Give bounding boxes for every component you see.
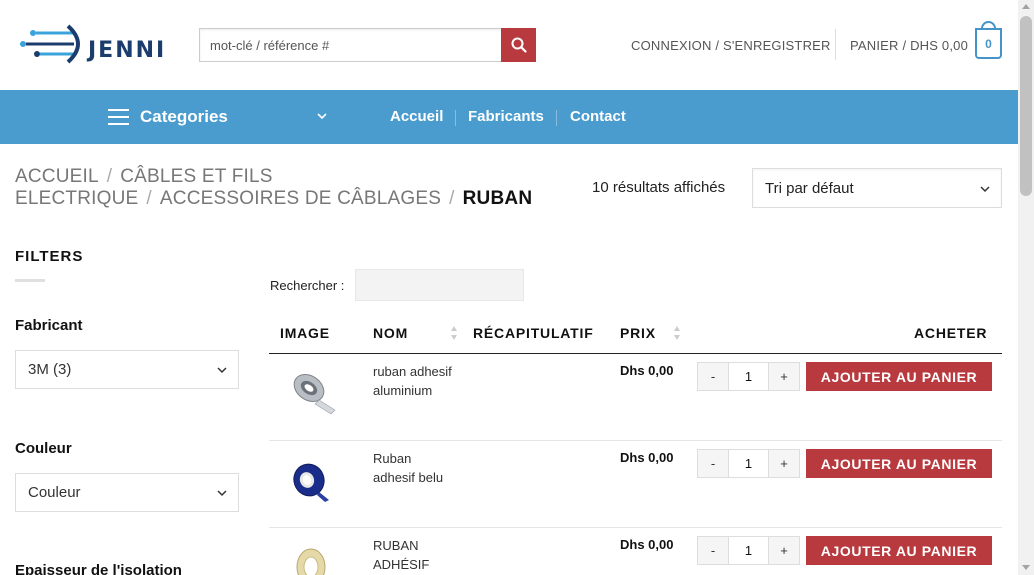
add-to-cart-button[interactable]: AJOUTER AU PANIER (806, 449, 992, 478)
sort-arrows-icon[interactable] (450, 325, 458, 341)
table-search-input[interactable] (355, 269, 524, 301)
categories-menu[interactable]: Categories (108, 90, 228, 144)
add-to-cart-button[interactable]: AJOUTER AU PANIER (806, 536, 992, 565)
filters-title: FILTERS (15, 248, 84, 265)
filter-label-epaisseur: Epaisseur de l'isolation (15, 562, 182, 575)
nav-divider (556, 110, 557, 126)
beige-tape-roll-image[interactable] (285, 541, 337, 575)
quantity-decrease-button[interactable]: - (698, 363, 728, 390)
site-header: JENNI CONNEXION / S'ENREGISTRER PANIER /… (0, 0, 1018, 90)
add-to-cart-button[interactable]: AJOUTER AU PANIER (806, 362, 992, 391)
quantity-stepper: - 1 + (697, 362, 800, 391)
cart-link[interactable]: PANIER / DHS 0,00 (850, 38, 968, 53)
categories-label: Categories (140, 107, 228, 126)
quantity-increase-button[interactable]: + (769, 537, 799, 564)
filter-select-fabricant[interactable]: 3M (3) (15, 350, 239, 389)
filter-selected-value: Couleur (28, 484, 81, 501)
quantity-input[interactable]: 1 (728, 537, 769, 564)
nav-item-accueil[interactable]: Accueil (390, 90, 443, 144)
sort-arrows-icon[interactable] (673, 325, 681, 341)
nav-item-contact[interactable]: Contact (570, 90, 626, 144)
product-name[interactable]: Ruban adhesif belu (373, 449, 453, 487)
row-divider (269, 527, 1002, 528)
filter-label-fabricant: Fabricant (15, 317, 83, 334)
breadcrumb-item[interactable]: ACCESSOIRES DE CÂBLAGES (160, 188, 441, 209)
quantity-increase-button[interactable]: + (769, 363, 799, 390)
product-price: Dhs 0,00 (620, 537, 674, 552)
chevron-down-icon (980, 186, 990, 193)
blue-tape-roll-image[interactable] (285, 454, 337, 506)
quantity-decrease-button[interactable]: - (698, 450, 728, 477)
chevron-down-icon (217, 367, 227, 374)
filters-underline (15, 279, 45, 282)
breadcrumb-separator: / (106, 166, 113, 187)
table-search-label: Rechercher : (270, 278, 345, 293)
product-price: Dhs 0,00 (620, 450, 674, 465)
logo-circuit-icon (20, 24, 80, 64)
product-price: Dhs 0,00 (620, 363, 674, 378)
site-logo[interactable]: JENNI (18, 22, 168, 66)
login-link[interactable]: CONNEXION / S'ENREGISTRER (631, 38, 831, 53)
column-header-recapitulatif: RÉCAPITULATIF (473, 325, 594, 341)
hamburger-icon (108, 109, 129, 125)
scroll-up-arrow-icon[interactable] (1022, 4, 1030, 9)
quantity-input[interactable]: 1 (728, 363, 769, 390)
aluminium-tape-roll-image[interactable] (285, 364, 337, 416)
quantity-increase-button[interactable]: + (769, 450, 799, 477)
breadcrumb-item[interactable]: ACCUEIL (15, 166, 99, 187)
column-header-prix[interactable]: PRIX (620, 325, 656, 341)
product-name[interactable]: ruban adhesif aluminium (373, 362, 453, 400)
nav-item-fabricants[interactable]: Fabricants (468, 90, 544, 144)
search-button[interactable] (501, 28, 536, 62)
breadcrumb-current: RUBAN (462, 188, 533, 209)
main-nav: Categories Accueil Fabricants Contact (0, 90, 1018, 144)
sort-select[interactable]: Tri par défaut (752, 168, 1002, 208)
scroll-down-arrow-icon[interactable] (1022, 565, 1030, 570)
sort-selected-value: Tri par défaut (765, 179, 854, 197)
breadcrumb: ACCUEIL / CÂBLES ET FILS ELECTRIQUE / ACCESS… (15, 166, 555, 210)
breadcrumb-separator: / (449, 188, 455, 209)
quantity-stepper: - 1 + (697, 449, 800, 478)
chevron-down-icon[interactable] (316, 110, 328, 122)
column-header-image: IMAGE (280, 325, 330, 341)
product-name[interactable]: RUBAN ADHÉSIF (373, 536, 453, 574)
filter-select-couleur[interactable]: Couleur (15, 473, 239, 512)
quantity-stepper: - 1 + (697, 536, 800, 565)
nav-divider (455, 110, 456, 126)
filter-selected-value: 3M (3) (28, 361, 72, 378)
search-bar (199, 28, 536, 62)
header-divider (835, 29, 836, 60)
breadcrumb-separator: / (146, 188, 152, 209)
quantity-decrease-button[interactable]: - (698, 537, 728, 564)
page-scrollbar[interactable] (1018, 0, 1034, 575)
row-divider (269, 440, 1002, 441)
column-header-acheter: ACHETER (914, 325, 988, 341)
filter-label-couleur: Couleur (15, 440, 72, 457)
quantity-input[interactable]: 1 (728, 450, 769, 477)
table-header-divider (269, 353, 1002, 354)
scrollbar-thumb[interactable] (1020, 16, 1032, 196)
cart-count-badge[interactable]: 0 (975, 28, 1002, 59)
search-input[interactable] (199, 28, 502, 62)
search-icon (511, 37, 527, 53)
results-count: 10 résultats affichés (592, 179, 726, 196)
column-header-nom[interactable]: NOM (373, 325, 408, 341)
chevron-down-icon (217, 490, 227, 497)
logo-text: JENNI (88, 38, 167, 63)
